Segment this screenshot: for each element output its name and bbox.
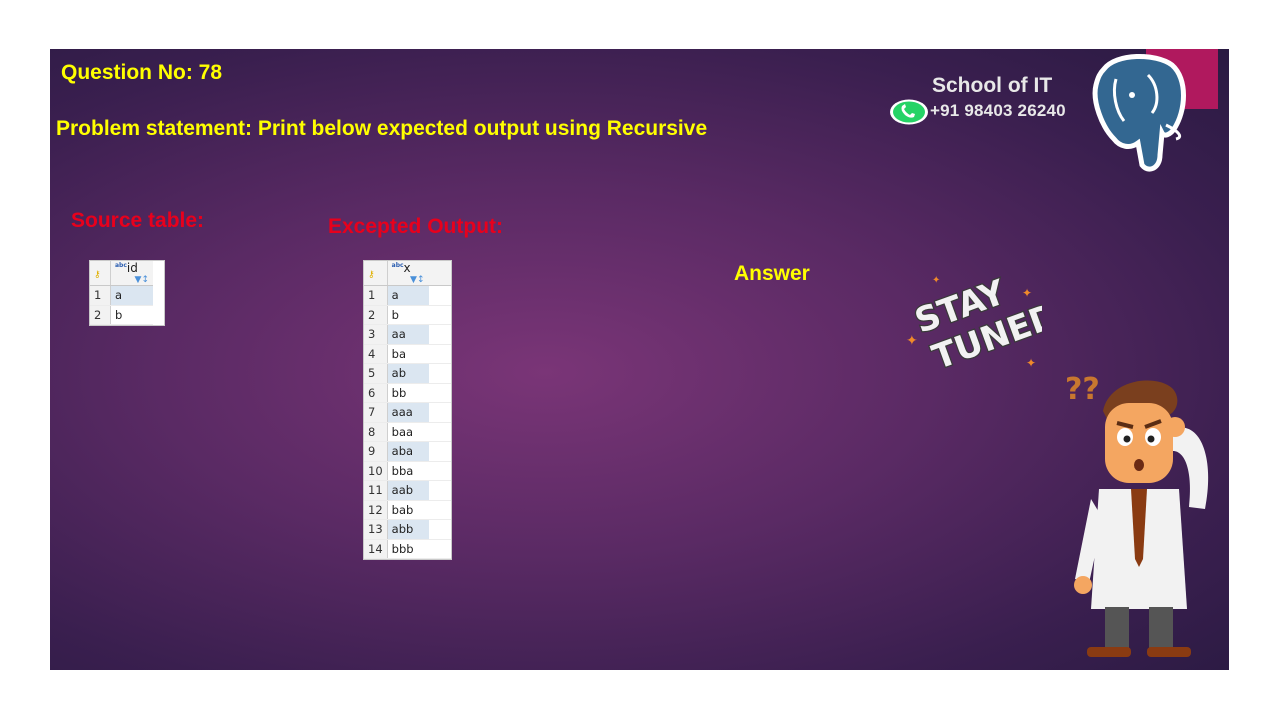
table-cell[interactable]: b — [387, 305, 429, 325]
table-cell[interactable]: ba — [387, 344, 429, 364]
table-row[interactable]: 9 aba — [364, 441, 451, 462]
brand-phone: +91 98403 26240 — [930, 101, 1066, 120]
row-number: 12 — [364, 500, 388, 520]
table-row[interactable]: 4 ba — [364, 344, 451, 364]
question-number: Question No: 78 — [61, 61, 223, 84]
table-row[interactable]: 5 ab — [364, 363, 451, 384]
svg-text:??: ?? — [1065, 372, 1100, 407]
row-header-corner: ⚷ — [90, 261, 111, 286]
stay-tuned-sticker: STAY TUNED ✦ ✦ ✦ ✦ — [906, 271, 1042, 379]
table-row[interactable]: 8 baa — [364, 422, 451, 442]
table-cell[interactable]: bab — [387, 500, 429, 520]
svg-text:✦: ✦ — [906, 332, 918, 348]
whatsapp-icon — [890, 99, 928, 125]
table-row[interactable]: 13 abb — [364, 519, 451, 540]
table-cell[interactable]: aab — [387, 480, 429, 501]
row-number: 10 — [364, 461, 388, 481]
svg-text:✦: ✦ — [1026, 356, 1036, 370]
table-cell[interactable]: aba — [387, 441, 429, 462]
answer-label: Answer — [734, 262, 810, 285]
table-cell[interactable]: a — [110, 285, 153, 306]
problem-statement: Problem statement: Print below expected … — [56, 117, 708, 140]
table-cell[interactable]: abb — [387, 519, 429, 540]
table-cell[interactable]: baa — [387, 422, 429, 442]
row-number: 13 — [364, 519, 388, 540]
row-number: 7 — [364, 402, 388, 423]
table-row[interactable]: 2b — [90, 305, 153, 325]
table-row[interactable]: 11 aab — [364, 480, 451, 501]
table-cell[interactable]: bba — [387, 461, 429, 481]
row-number: 11 — [364, 480, 388, 501]
table-cell[interactable]: bb — [387, 383, 429, 403]
table-row[interactable]: 1a — [90, 285, 153, 306]
row-number: 4 — [364, 344, 388, 364]
grid-header: ⚷ abcx ▼↕ — [364, 261, 451, 286]
table-row[interactable]: 1a — [364, 285, 451, 306]
output-table-grid: ⚷ abcx ▼↕ 1 a 2 b 3 aa 4 ba 5 ab 6 bb 7 aaa 8 baa 9 aba 10… — [363, 260, 452, 560]
row-number: 9 — [364, 441, 388, 462]
column-header-id[interactable]: abcid ▼↕ — [110, 261, 153, 286]
table-row[interactable]: 2b — [364, 305, 451, 325]
text-type-icon: abc — [391, 262, 404, 269]
source-table-title: Source table: — [71, 209, 205, 232]
row-number: 2 — [90, 305, 111, 325]
row-number: 3 — [364, 324, 388, 345]
row-number: 8 — [364, 422, 388, 442]
row-number: 14 — [364, 539, 388, 559]
table-cell[interactable]: ab — [387, 363, 429, 384]
table-cell[interactable]: aa — [387, 324, 429, 345]
row-number: 6 — [364, 383, 388, 403]
row-number: 2 — [364, 305, 388, 325]
row-number: 1 — [90, 285, 111, 306]
table-row[interactable]: 3 aa — [364, 324, 451, 345]
table-row[interactable]: 7 aaa — [364, 402, 451, 423]
row-header-corner: ⚷ — [364, 261, 388, 286]
source-table-grid: ⚷ abcid ▼↕ 1a2b — [89, 260, 165, 326]
table-row[interactable]: 12 bab — [364, 500, 451, 520]
table-cell[interactable]: a — [387, 285, 429, 306]
confused-man-illustration: ?? — [1065, 372, 1209, 657]
table-row[interactable]: 10 bba — [364, 461, 451, 481]
sort-filter-icon[interactable]: ▼↕ — [410, 275, 424, 285]
row-number: 5 — [364, 363, 388, 384]
slide: Question No: 78 Problem statement: Print… — [50, 49, 1229, 670]
key-icon: ⚷ — [368, 270, 375, 280]
table-cell[interactable]: bbb — [387, 539, 429, 559]
svg-text:✦: ✦ — [1022, 286, 1032, 300]
row-number: 1 — [364, 285, 388, 306]
table-cell[interactable]: aaa — [387, 402, 429, 423]
key-icon: ⚷ — [94, 270, 101, 280]
sort-filter-icon[interactable]: ▼↕ — [135, 275, 149, 285]
brand-name: School of IT — [932, 74, 1053, 97]
svg-text:✦: ✦ — [932, 275, 940, 286]
table-row[interactable]: 14 bbb — [364, 539, 451, 559]
table-cell[interactable]: b — [110, 305, 153, 325]
expected-output-title: Excepted Output: — [328, 215, 504, 238]
column-header-x[interactable]: abcx ▼↕ — [387, 261, 429, 286]
table-row[interactable]: 6 bb — [364, 383, 451, 403]
grid-header: ⚷ abcid ▼↕ — [90, 261, 153, 286]
postgresql-elephant-icon — [1092, 53, 1186, 172]
text-type-icon: abc — [115, 262, 127, 269]
